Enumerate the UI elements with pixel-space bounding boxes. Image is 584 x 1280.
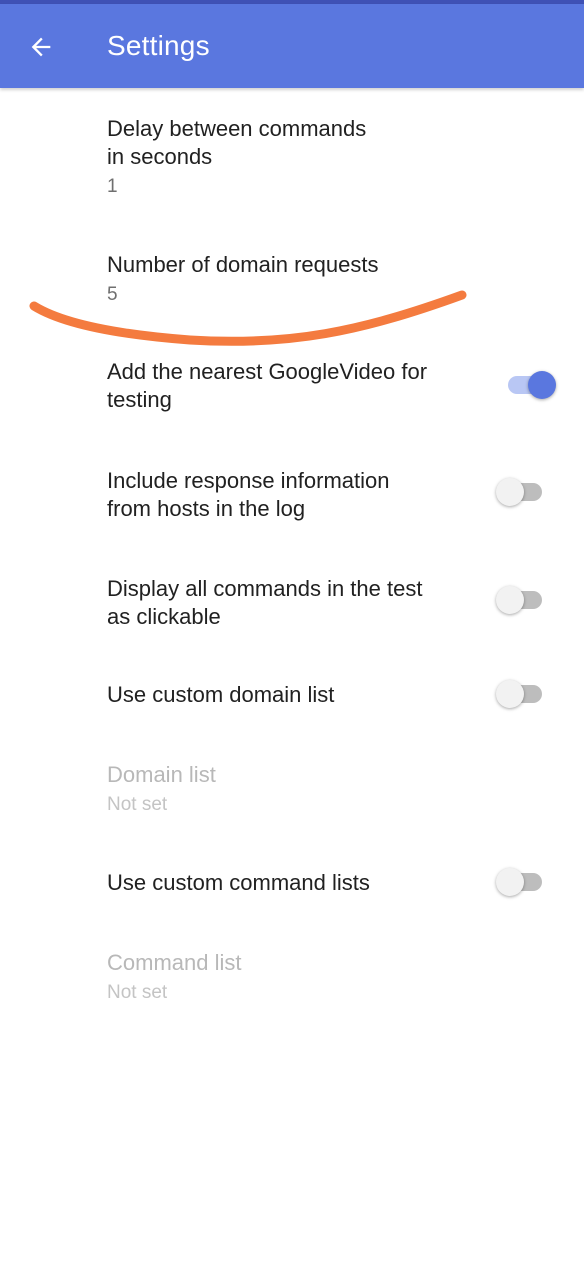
pref-summary: 5 <box>107 284 118 305</box>
pref-title: Display all commands in the test as clic… <box>107 576 423 629</box>
switch-thumb <box>496 478 524 506</box>
toggle-switch[interactable] <box>506 368 562 402</box>
switch-thumb <box>496 680 524 708</box>
pref-display-commands-clickable[interactable]: Display all commands in the test as clic… <box>0 548 584 656</box>
toggle-switch[interactable] <box>496 865 552 899</box>
pref-number-of-domain-requests[interactable]: Number of domain requests 5 <box>0 218 584 328</box>
pref-title: Number of domain requests <box>107 252 379 277</box>
pref-title: Domain list <box>107 762 216 787</box>
pref-include-response-information[interactable]: Include response information from hosts … <box>0 440 584 548</box>
pref-summary: 1 <box>107 176 118 197</box>
back-button[interactable] <box>18 24 64 70</box>
switch-thumb <box>528 371 556 399</box>
pref-title: Add the nearest GoogleVideo for testing <box>107 359 428 412</box>
arrow-left-icon <box>31 37 51 57</box>
app-bar: Settings <box>0 4 584 88</box>
switch-thumb <box>496 868 524 896</box>
page-title: Settings <box>107 30 210 61</box>
toggle-switch[interactable] <box>496 475 552 509</box>
pref-title: Use custom domain list <box>107 682 335 707</box>
pref-command-list: Command list Not set <box>0 924 584 1032</box>
pref-summary: Not set <box>107 794 168 815</box>
pref-add-nearest-googlevideo[interactable]: Add the nearest GoogleVideo for testing <box>0 328 584 440</box>
toggle-switch[interactable] <box>496 677 552 711</box>
toggle-switch[interactable] <box>496 583 552 617</box>
pref-title: Command list <box>107 950 242 975</box>
pref-summary: Not set <box>107 982 168 1003</box>
pref-title: Use custom command lists <box>107 870 370 895</box>
pref-use-custom-domain-list[interactable]: Use custom domain list <box>0 656 584 736</box>
switch-thumb <box>496 586 524 614</box>
pref-delay-between-commands[interactable]: Delay between commands in seconds 1 <box>0 88 584 218</box>
pref-use-custom-command-lists[interactable]: Use custom command lists <box>0 844 584 924</box>
pref-title: Include response information from hosts … <box>107 468 390 521</box>
pref-title: Delay between commands in seconds <box>107 116 367 169</box>
pref-domain-list: Domain list Not set <box>0 736 584 844</box>
